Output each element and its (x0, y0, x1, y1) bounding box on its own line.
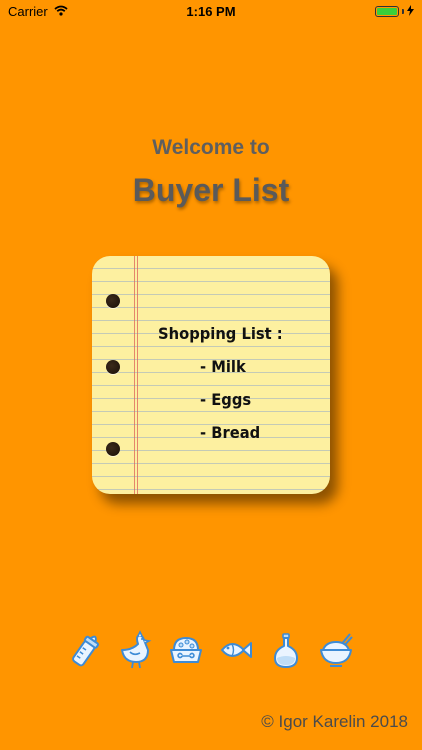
oil-bottle-icon (268, 628, 304, 672)
food-icons-row (0, 628, 422, 672)
status-bar: Carrier 1:16 PM (0, 0, 422, 22)
punch-hole (106, 294, 120, 308)
punch-hole (106, 360, 120, 374)
battery-fill (377, 8, 397, 15)
shopping-list-title: Shopping List : (158, 324, 283, 343)
battery-cap (402, 9, 404, 14)
fish-icon (218, 628, 254, 672)
notepad-margin-line (134, 256, 135, 494)
battery-icon (375, 6, 399, 17)
rice-bowl-icon (318, 628, 354, 672)
shopping-list-notepad: Shopping List : - Milk - Eggs - Bread (92, 256, 330, 494)
app-title: Buyer List (132, 172, 290, 208)
copyright-text: © Igor Karelin 2018 (261, 712, 408, 731)
notepad-margin-line (137, 256, 138, 494)
punch-hole (106, 442, 120, 456)
welcome-text: Welcome to (152, 136, 270, 159)
pet-food-bowl-icon (168, 628, 204, 672)
baby-bottle-icon (68, 628, 104, 672)
bolt-icon (407, 4, 414, 19)
status-time: 1:16 PM (186, 4, 236, 19)
battery-indicator (375, 4, 414, 19)
list-item-milk: - Milk (200, 357, 246, 376)
chicken-icon (118, 628, 154, 672)
list-item-bread: - Bread (200, 423, 261, 442)
list-item-eggs: - Eggs (200, 390, 252, 409)
